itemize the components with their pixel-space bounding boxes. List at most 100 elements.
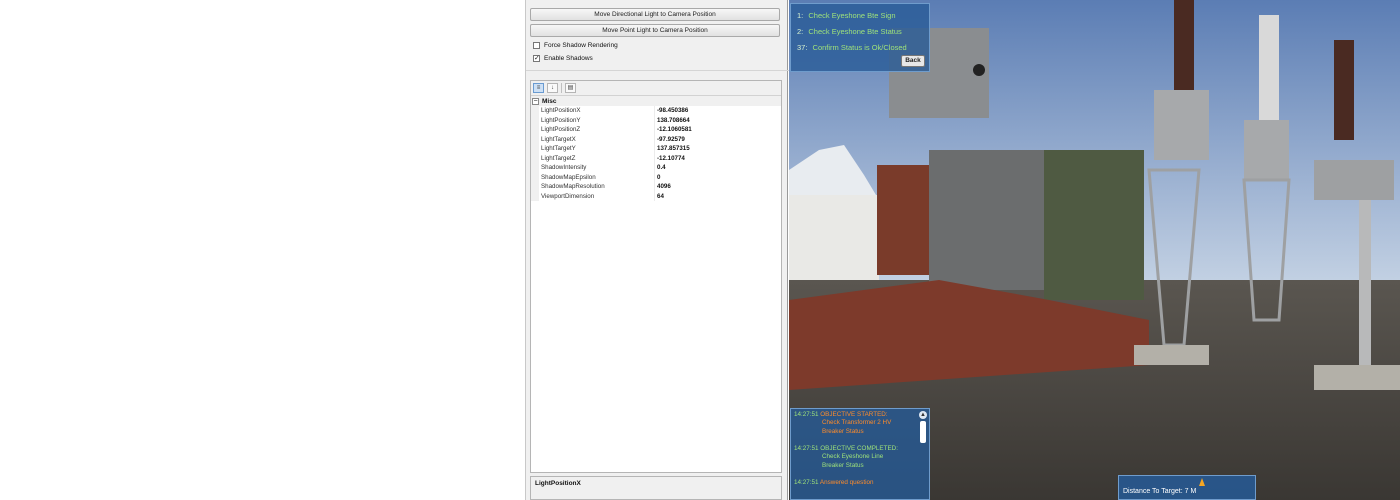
- property-row[interactable]: ShadowMapResolution 4096: [531, 182, 781, 192]
- objective-number: 1:: [797, 11, 804, 20]
- property-row[interactable]: LightTargetY 137.857315: [531, 144, 781, 154]
- row-gutter: [531, 153, 539, 163]
- property-value[interactable]: -97.92579: [655, 135, 685, 145]
- insulator-3: [1334, 40, 1354, 140]
- property-row[interactable]: ShadowIntensity 0.4: [531, 163, 781, 173]
- row-gutter: [531, 163, 539, 173]
- property-name: LightPositionY: [539, 115, 655, 125]
- enable-shadows-checkbox[interactable]: ✓: [533, 54, 540, 62]
- categorized-icon[interactable]: ≡: [533, 83, 544, 93]
- distance-panel: Distance To Target: 7 M: [1118, 475, 1256, 500]
- log-body-line: Check Transformer 2 HV: [822, 419, 892, 426]
- property-value[interactable]: 64: [655, 192, 664, 202]
- log-body-line: Check Eyeshone Line: [822, 453, 884, 460]
- row-gutter: [531, 134, 539, 144]
- log-heading: OBJECTIVE STARTED:: [820, 411, 888, 418]
- compass-arrow-icon: [1199, 478, 1205, 486]
- blank-area: [0, 0, 525, 500]
- breaker-box-2: [1244, 120, 1289, 180]
- objectives-panel: 1: Check Eyeshone Bte Sign 2: Check Eyes…: [790, 3, 930, 72]
- objective-text: Check Eyeshone Bte Sign: [808, 11, 896, 20]
- property-value[interactable]: 0.4: [655, 163, 666, 173]
- description-pane: LightPositionX: [530, 476, 782, 500]
- insulator-2: [1259, 15, 1279, 135]
- property-row[interactable]: LightPositionX -98.450386: [531, 106, 781, 116]
- row-gutter: [531, 182, 539, 192]
- objective-item[interactable]: 37: Confirm Status is Ok/Closed: [797, 40, 923, 56]
- property-name: LightTargetX: [539, 134, 655, 144]
- property-name: LightTargetY: [539, 144, 655, 154]
- enable-shadows-label: Enable Shadows: [544, 54, 593, 62]
- log-scrollbar[interactable]: ▲: [919, 411, 927, 445]
- log-body-line: Breaker Status: [822, 462, 864, 469]
- enable-shadows-row[interactable]: ✓ Enable Shadows: [533, 53, 593, 63]
- property-name: ShadowMapEpsilon: [539, 172, 655, 182]
- collapse-icon[interactable]: −: [532, 97, 539, 105]
- property-value[interactable]: 4096: [655, 182, 671, 192]
- sort-alphabetical-icon[interactable]: ↓: [547, 83, 558, 93]
- property-row[interactable]: ShadowMapEpsilon 0: [531, 172, 781, 183]
- objective-text: Check Eyeshone Bte Status: [808, 27, 902, 36]
- breaker-box-1: [1154, 90, 1209, 160]
- property-name: ShadowIntensity: [539, 163, 655, 173]
- green-cabinet: [1044, 150, 1144, 300]
- property-value[interactable]: -12.10774: [655, 154, 685, 164]
- row-gutter: [531, 115, 539, 125]
- property-name: ViewportDimension: [539, 191, 655, 201]
- property-row[interactable]: LightPositionZ -12.1060581: [531, 125, 781, 135]
- property-name: LightTargetZ: [539, 153, 655, 163]
- toolbar-divider: [561, 83, 562, 93]
- property-row[interactable]: LightPositionY 138.708664: [531, 115, 781, 126]
- property-value[interactable]: -12.1060581: [655, 125, 692, 135]
- objective-number: 2:: [797, 27, 804, 36]
- property-name: LightPositionX: [539, 106, 655, 116]
- objective-item[interactable]: 2: Check Eyeshone Bte Status: [797, 24, 923, 40]
- objective-number: 37:: [797, 43, 808, 52]
- white-fence: [789, 195, 879, 280]
- property-name: LightPositionZ: [539, 125, 655, 135]
- objective-item[interactable]: 1: Check Eyeshone Bte Sign: [797, 8, 923, 24]
- log-body-line: Breaker Status: [822, 428, 864, 435]
- concrete-pad-2: [1314, 365, 1400, 390]
- property-row[interactable]: ViewportDimension 64: [531, 191, 781, 202]
- property-pages-icon[interactable]: ▤: [565, 83, 576, 93]
- distance-value: 7 M: [1184, 488, 1197, 495]
- move-directional-light-button[interactable]: Move Directional Light to Camera Positio…: [530, 8, 780, 21]
- log-time: 14:27:51: [794, 445, 819, 452]
- event-log-panel: 14:27:51 OBJECTIVE STARTED: Check Transf…: [790, 408, 930, 500]
- log-heading: OBJECTIVE COMPLETED:: [820, 445, 898, 452]
- move-point-light-button[interactable]: Move Point Light to Camera Position: [530, 24, 780, 37]
- log-entry: 14:27:51 OBJECTIVE COMPLETED: Check Eyes…: [794, 445, 926, 470]
- category-misc[interactable]: − Misc: [531, 96, 781, 106]
- category-label: Misc: [542, 97, 557, 105]
- force-shadow-label: Force Shadow Rendering: [544, 41, 618, 49]
- property-value[interactable]: 138.708664: [655, 116, 690, 126]
- row-gutter: [531, 144, 539, 154]
- scroll-up-icon[interactable]: ▲: [919, 411, 927, 419]
- distance-label: Distance To Target:: [1123, 488, 1183, 495]
- property-value[interactable]: 137.857315: [655, 144, 690, 154]
- log-time: 14:27:51: [794, 411, 819, 418]
- concrete-pad-1: [1134, 345, 1209, 365]
- property-name: ShadowMapResolution: [539, 182, 655, 192]
- log-time: 14:27:51: [794, 479, 819, 486]
- back-button[interactable]: Back: [901, 55, 925, 67]
- camera-lens: [973, 64, 985, 76]
- property-value[interactable]: 0: [655, 173, 660, 183]
- log-entry: 14:27:51 OBJECTIVE STARTED: Check Transf…: [794, 411, 926, 436]
- support-tower-3: [1359, 200, 1371, 365]
- scroll-thumb[interactable]: [920, 421, 926, 443]
- property-row[interactable]: LightTargetX -97.92579: [531, 134, 781, 145]
- force-shadow-row[interactable]: Force Shadow Rendering: [533, 40, 618, 50]
- row-gutter: [531, 106, 539, 116]
- transformer: [929, 150, 1049, 290]
- divider: [526, 70, 789, 71]
- property-grid: ≡ ↓ ▤ − Misc LightPositionX -98.450386 Lig…: [530, 80, 782, 473]
- row-gutter: [531, 191, 539, 201]
- log-entry: 14:27:51 Answered question: [794, 479, 926, 486]
- force-shadow-checkbox[interactable]: [533, 41, 540, 49]
- property-value[interactable]: -98.450386: [655, 106, 688, 116]
- objective-text: Confirm Status is Ok/Closed: [812, 43, 907, 52]
- brick-building: [877, 165, 937, 275]
- property-row[interactable]: LightTargetZ -12.10774: [531, 153, 781, 164]
